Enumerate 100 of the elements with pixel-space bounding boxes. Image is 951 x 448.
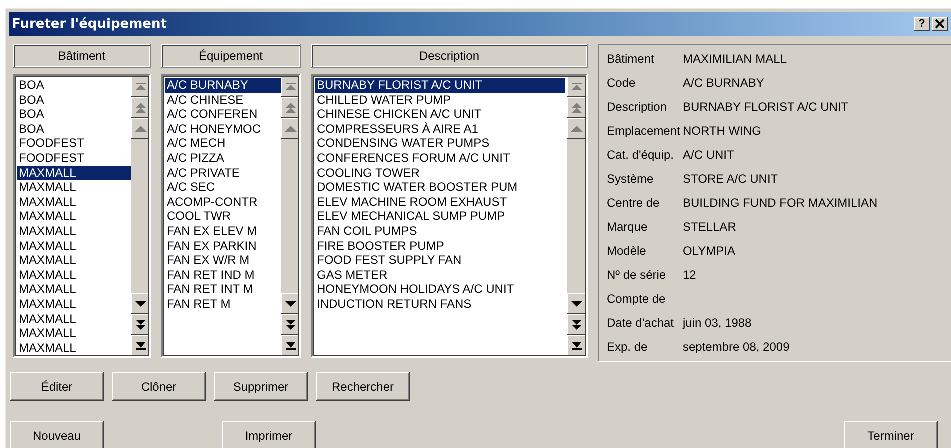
list-item[interactable]: FOOD FEST SUPPLY FAN xyxy=(315,253,565,268)
scroll-down-button[interactable] xyxy=(281,293,299,314)
list-item[interactable]: MAXMALL xyxy=(17,296,131,312)
page-up-button[interactable] xyxy=(131,97,149,118)
field-value: OLYMPIA xyxy=(683,244,736,258)
scroll-up-button[interactable] xyxy=(567,118,586,139)
page-down-button[interactable] xyxy=(131,314,149,335)
scroll-top-button[interactable] xyxy=(131,76,149,97)
list-item[interactable]: MAXMALL xyxy=(17,238,131,254)
column-header[interactable]: Bâtiment xyxy=(13,44,151,68)
list-item[interactable]: HONEYMOON HOLIDAYS A/C UNIT xyxy=(315,282,565,297)
list-item[interactable]: MAXMALL xyxy=(17,312,131,326)
double-up-arrow-icon xyxy=(134,102,146,114)
list-item[interactable]: BOA xyxy=(17,107,131,122)
list-item[interactable]: ELEV MACHINE ROOM EXHAUST xyxy=(315,194,565,210)
action-button[interactable]: Terminer xyxy=(844,421,938,448)
list-item[interactable]: GAS METER xyxy=(315,268,565,282)
column-header[interactable]: Description xyxy=(311,44,588,68)
action-button[interactable]: Clôner xyxy=(112,372,206,401)
list-item[interactable]: CONDENSING WATER PUMPS xyxy=(315,136,565,151)
scroll-top-button[interactable] xyxy=(567,76,586,97)
help-button[interactable]: ? xyxy=(914,17,930,31)
scroll-down-button[interactable] xyxy=(567,293,586,314)
list-item[interactable]: INDUCTION RETURN FANS xyxy=(315,296,565,312)
list-item[interactable]: MAXMALL xyxy=(17,166,131,180)
list-item[interactable]: FAN EX PARKIN xyxy=(165,238,281,254)
bar-down-arrow-icon xyxy=(284,340,296,350)
list-item[interactable]: A/C MECH xyxy=(165,136,281,151)
list-item[interactable]: FAN EX ELEV M xyxy=(165,224,281,239)
list-item[interactable]: CONFERENCES FORUM A/C UNIT xyxy=(315,150,565,166)
list-item[interactable]: FOODFEST xyxy=(17,136,131,151)
list-item[interactable]: MAXMALL xyxy=(17,180,131,195)
action-button[interactable]: Supprimer xyxy=(214,372,308,401)
field-value: MAXIMILIAN MALL xyxy=(683,52,788,66)
page-down-button[interactable] xyxy=(281,314,299,335)
scroll-bottom-button[interactable] xyxy=(567,335,586,356)
field-value: STORE A/C UNIT xyxy=(683,172,778,186)
list-item[interactable]: FAN EX W/R M xyxy=(165,253,281,268)
list-item[interactable]: A/C CHINESE xyxy=(165,92,281,108)
list-item[interactable]: MAXMALL xyxy=(17,268,131,282)
list-item[interactable]: FAN RET INT M xyxy=(165,282,281,297)
action-button[interactable]: Imprimer xyxy=(222,421,316,448)
scroll-up-button[interactable] xyxy=(281,118,299,139)
list-item[interactable]: DOMESTIC WATER BOOSTER PUM xyxy=(315,180,565,195)
field-label: Marque xyxy=(607,220,649,234)
down-arrow-icon xyxy=(284,300,296,306)
list-item[interactable]: ACOMP-CONTR xyxy=(165,194,281,210)
field-value: A/C BURNABY xyxy=(683,76,764,90)
list-item[interactable]: MAXMALL xyxy=(17,253,131,268)
field-label: Description xyxy=(607,100,668,114)
scroll-down-button[interactable] xyxy=(131,293,149,314)
action-button[interactable]: Rechercher xyxy=(316,372,410,401)
scroll-bottom-button[interactable] xyxy=(281,335,299,356)
list-item[interactable]: FAN RET M xyxy=(165,296,281,312)
field-label: Système xyxy=(607,172,655,186)
list-item[interactable]: BOA xyxy=(17,92,131,108)
list-item[interactable]: FIRE BOOSTER PUMP xyxy=(315,238,565,254)
list-item[interactable]: MAXMALL xyxy=(17,340,131,356)
list-item[interactable]: A/C PRIVATE xyxy=(165,166,281,180)
page-down-button[interactable] xyxy=(567,314,586,335)
list-item[interactable]: A/C CONFEREN xyxy=(165,107,281,122)
scroll-bottom-button[interactable] xyxy=(131,335,149,356)
window-title: Fureter l'équipement xyxy=(12,16,167,32)
field-label: Compte de xyxy=(607,292,667,306)
list-item[interactable]: FAN COIL PUMPS xyxy=(315,224,565,239)
page-up-button[interactable] xyxy=(281,97,299,118)
bar-up-arrow-icon xyxy=(134,82,146,92)
list-item[interactable]: MAXMALL xyxy=(17,282,131,297)
close-button[interactable] xyxy=(932,17,948,31)
double-up-arrow-icon xyxy=(570,102,582,114)
list-item[interactable]: BURNABY FLORIST A/C UNIT xyxy=(315,78,565,93)
list-item[interactable]: MAXMALL xyxy=(17,194,131,210)
list-item[interactable]: CHINESE CHICKEN A/C UNIT xyxy=(315,107,565,122)
list-item[interactable]: MAXMALL xyxy=(17,326,131,341)
column-header[interactable]: Équipement xyxy=(161,44,301,68)
scroll-top-button[interactable] xyxy=(281,76,299,97)
list-item[interactable]: MAXMALL xyxy=(17,224,131,239)
action-button[interactable]: Nouveau xyxy=(10,421,104,448)
bar-up-arrow-icon xyxy=(284,82,296,92)
list-item[interactable]: A/C BURNABY xyxy=(165,78,281,93)
list-item[interactable]: COMPRESSEURS À AIRE A1 xyxy=(315,122,565,136)
list-item[interactable]: COOL TWR xyxy=(165,209,281,224)
list-item[interactable]: BOA xyxy=(17,78,131,93)
list-item[interactable]: FOODFEST xyxy=(17,150,131,166)
scroll-up-button[interactable] xyxy=(131,118,149,139)
list-item[interactable]: A/C SEC xyxy=(165,180,281,195)
list-item[interactable]: COOLING TOWER xyxy=(315,166,565,180)
list-item[interactable]: A/C HONEYMOC xyxy=(165,122,281,136)
field-label: Date d'achat xyxy=(607,316,676,330)
page-up-button[interactable] xyxy=(567,97,586,118)
list-item[interactable]: MAXMALL xyxy=(17,209,131,224)
list-item[interactable]: A/C PIZZA xyxy=(165,150,281,166)
field-value: BUILDING FUND FOR MAXIMILIAN xyxy=(683,196,878,210)
list-item[interactable]: FAN RET IND M xyxy=(165,268,281,282)
list-item[interactable]: ELEV MECHANICAL SUMP PUMP xyxy=(315,209,565,224)
action-button[interactable]: Éditer xyxy=(10,372,104,401)
list-item[interactable]: BOA xyxy=(17,122,131,136)
bar-down-arrow-icon xyxy=(134,340,146,350)
list-item[interactable]: CHILLED WATER PUMP xyxy=(315,92,565,108)
field-value: A/C UNIT xyxy=(683,148,734,162)
